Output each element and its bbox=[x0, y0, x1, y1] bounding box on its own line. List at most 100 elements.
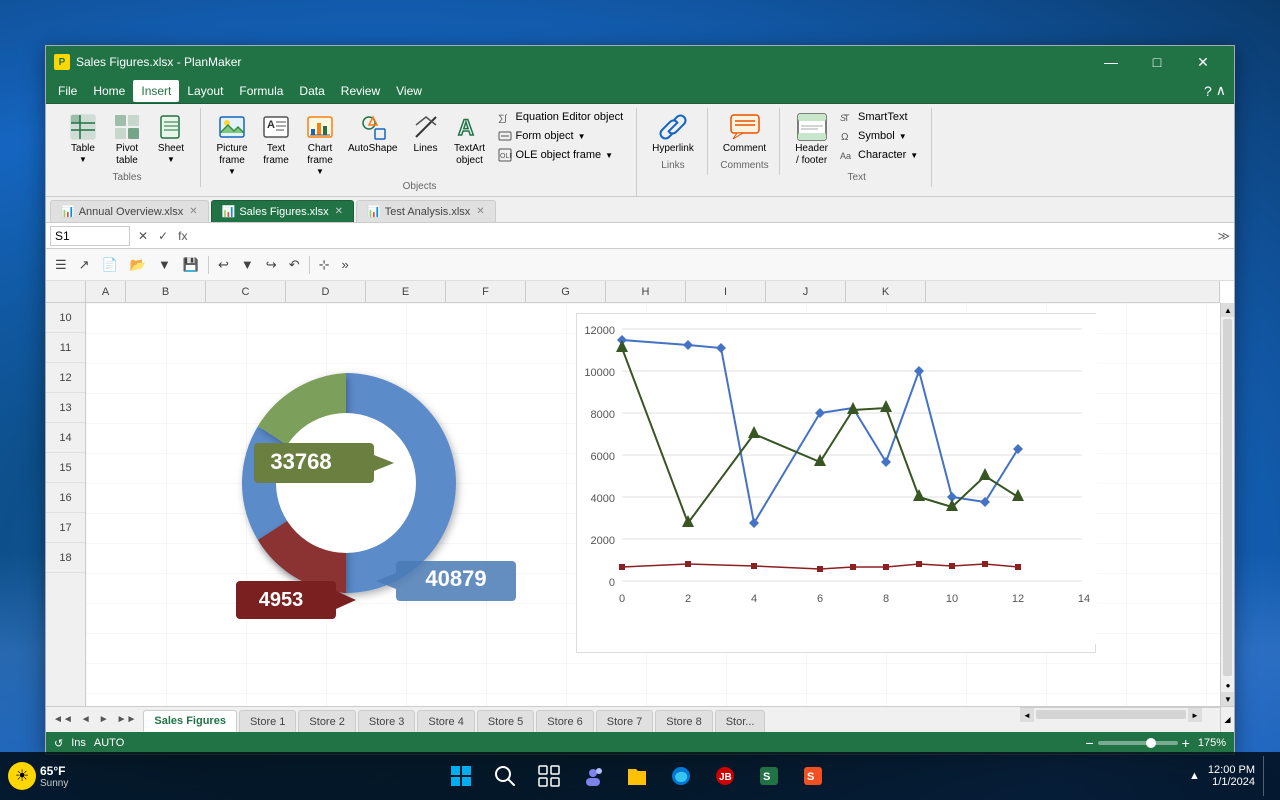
character-button[interactable]: Aa Character ▼ bbox=[835, 146, 923, 164]
store-button[interactable]: S bbox=[793, 756, 833, 796]
menu-home[interactable]: Home bbox=[85, 80, 133, 102]
smarttext-button[interactable]: ST SmartText bbox=[835, 108, 923, 126]
picture-frame-button[interactable]: Pictureframe ▼ bbox=[211, 108, 253, 179]
show-desktop-button[interactable] bbox=[1263, 756, 1272, 796]
sheet-tab-store5[interactable]: Store 5 bbox=[477, 710, 534, 732]
sheet-nav-prev[interactable]: ◄ bbox=[78, 712, 94, 727]
toolbar-open-button[interactable]: 📂 bbox=[125, 254, 151, 276]
sheet-tab-store3[interactable]: Store 3 bbox=[358, 710, 415, 732]
col-header-a[interactable]: A bbox=[86, 281, 126, 303]
menu-formula[interactable]: Formula bbox=[231, 80, 291, 102]
tab-annual-close[interactable]: ✕ bbox=[189, 206, 197, 217]
textart-button[interactable]: A TextArtobject bbox=[449, 108, 491, 170]
cell-reference-input[interactable] bbox=[50, 226, 130, 246]
start-button[interactable] bbox=[441, 756, 481, 796]
sheet-nav-first[interactable]: ◄◄ bbox=[50, 712, 76, 727]
menu-insert[interactable]: Insert bbox=[133, 80, 179, 102]
resize-handle[interactable]: ◢ bbox=[1220, 707, 1234, 732]
sheet-tab-store2[interactable]: Store 2 bbox=[298, 710, 355, 732]
col-header-g[interactable]: G bbox=[526, 281, 606, 303]
ole-object-button[interactable]: OLE OLE object frame ▼ bbox=[493, 146, 629, 164]
scroll-thumb-h[interactable] bbox=[1036, 710, 1186, 719]
scroll-size-button[interactable]: ● bbox=[1221, 678, 1234, 692]
hyperlink-button[interactable]: Hyperlink bbox=[647, 108, 699, 158]
form-object-button[interactable]: Form object ▼ bbox=[493, 127, 629, 145]
corner-select[interactable] bbox=[46, 281, 86, 303]
formula-input[interactable] bbox=[195, 227, 1213, 245]
toolbar-pointer-button[interactable]: ↗ bbox=[74, 254, 95, 276]
chart-frame-button[interactable]: Chartframe ▼ bbox=[299, 108, 341, 179]
vertical-scrollbar[interactable]: ▲ ● ▼ bbox=[1220, 303, 1234, 706]
tray-arrow[interactable]: ▲ bbox=[1189, 770, 1200, 782]
tab-test[interactable]: 📊 Test Analysis.xlsx ✕ bbox=[356, 200, 496, 222]
text-frame-button[interactable]: A Textframe bbox=[255, 108, 297, 170]
sheet-nav-last[interactable]: ►► bbox=[114, 712, 140, 727]
col-header-f[interactable]: F bbox=[446, 281, 526, 303]
row-10[interactable]: 10 bbox=[46, 303, 85, 333]
menu-data[interactable]: Data bbox=[291, 80, 332, 102]
zoom-in-button[interactable]: + bbox=[1182, 735, 1190, 751]
comment-button[interactable]: Comment bbox=[718, 108, 771, 158]
header-footer-button[interactable]: Header/ footer bbox=[790, 108, 833, 170]
col-header-d[interactable]: D bbox=[286, 281, 366, 303]
task-view-button[interactable] bbox=[529, 756, 569, 796]
sheet-tab-store1[interactable]: Store 1 bbox=[239, 710, 296, 732]
toolbar-new-button[interactable]: 📄 bbox=[97, 254, 123, 276]
confirm-formula-icon[interactable]: ✓ bbox=[154, 227, 172, 245]
scroll-right-button[interactable]: ► bbox=[1188, 708, 1202, 722]
menu-layout[interactable]: Layout bbox=[179, 80, 231, 102]
scroll-thumb-v[interactable] bbox=[1223, 319, 1232, 676]
grid-area[interactable]: 33768 40879 4953 bbox=[86, 303, 1220, 706]
col-header-i[interactable]: I bbox=[686, 281, 766, 303]
teams-button[interactable] bbox=[573, 756, 613, 796]
sheet-nav-next[interactable]: ► bbox=[96, 712, 112, 727]
row-14[interactable]: 14 bbox=[46, 423, 85, 453]
col-header-k[interactable]: K bbox=[846, 281, 926, 303]
toolbar-cursor-button[interactable]: ⊹ bbox=[314, 254, 335, 276]
toolbar-align-button[interactable]: ☰ bbox=[50, 254, 72, 276]
scroll-down-button[interactable]: ▼ bbox=[1221, 692, 1234, 706]
symbol-button[interactable]: Ω Symbol ▼ bbox=[835, 127, 923, 145]
sheet-tab-sales-figures[interactable]: Sales Figures bbox=[143, 710, 237, 732]
sheet-button[interactable]: Sheet ▼ bbox=[150, 108, 192, 167]
toolbar-undo-button[interactable]: ↩ bbox=[213, 254, 234, 276]
refresh-icon[interactable]: ↺ bbox=[54, 737, 63, 750]
sheet-tab-store6[interactable]: Store 6 bbox=[536, 710, 593, 732]
scroll-left-button[interactable]: ◄ bbox=[1020, 708, 1034, 722]
zoom-out-button[interactable]: − bbox=[1085, 735, 1093, 751]
menu-view[interactable]: View bbox=[388, 80, 430, 102]
weather-widget[interactable]: ☀ 65°F Sunny bbox=[8, 762, 68, 790]
scroll-up-button[interactable]: ▲ bbox=[1221, 303, 1234, 317]
softmaker-button[interactable]: S bbox=[749, 756, 789, 796]
sheet-tab-store8[interactable]: Store 8 bbox=[655, 710, 712, 732]
equation-button[interactable]: ∑∫ Equation Editor object bbox=[493, 108, 629, 126]
menu-review[interactable]: Review bbox=[333, 80, 388, 102]
row-18[interactable]: 18 bbox=[46, 543, 85, 573]
col-header-h[interactable]: H bbox=[606, 281, 686, 303]
tab-sales[interactable]: 📊 Sales Figures.xlsx ✕ bbox=[211, 200, 354, 222]
tab-sales-close[interactable]: ✕ bbox=[335, 206, 343, 217]
tab-test-close[interactable]: ✕ bbox=[476, 206, 484, 217]
col-header-j[interactable]: J bbox=[766, 281, 846, 303]
collapse-ribbon-icon[interactable]: ∧ bbox=[1216, 82, 1226, 99]
clock[interactable]: 12:00 PM 1/1/2024 bbox=[1208, 764, 1255, 788]
zoom-slider[interactable] bbox=[1098, 741, 1178, 745]
table-button[interactable]: Table ▼ bbox=[62, 108, 104, 167]
help-icon[interactable]: ? bbox=[1204, 83, 1212, 99]
minimize-button[interactable]: — bbox=[1088, 46, 1134, 78]
close-button[interactable]: ✕ bbox=[1180, 46, 1226, 78]
toolbar-redo-button[interactable]: ↪ bbox=[261, 254, 282, 276]
pivot-table-button[interactable]: Pivottable bbox=[106, 108, 148, 170]
row-16[interactable]: 16 bbox=[46, 483, 85, 513]
sheet-tab-store-more[interactable]: Stor... bbox=[715, 710, 766, 732]
lines-button[interactable]: Lines bbox=[405, 108, 447, 158]
zoom-thumb[interactable] bbox=[1146, 738, 1156, 748]
row-13[interactable]: 13 bbox=[46, 393, 85, 423]
edge-button[interactable] bbox=[661, 756, 701, 796]
row-11[interactable]: 11 bbox=[46, 333, 85, 363]
row-17[interactable]: 17 bbox=[46, 513, 85, 543]
cancel-formula-icon[interactable]: ✕ bbox=[134, 227, 152, 245]
donut-chart[interactable]: 33768 40879 4953 bbox=[146, 313, 546, 663]
row-12[interactable]: 12 bbox=[46, 363, 85, 393]
horizontal-scrollbar[interactable]: ◄ ► bbox=[1020, 707, 1220, 721]
